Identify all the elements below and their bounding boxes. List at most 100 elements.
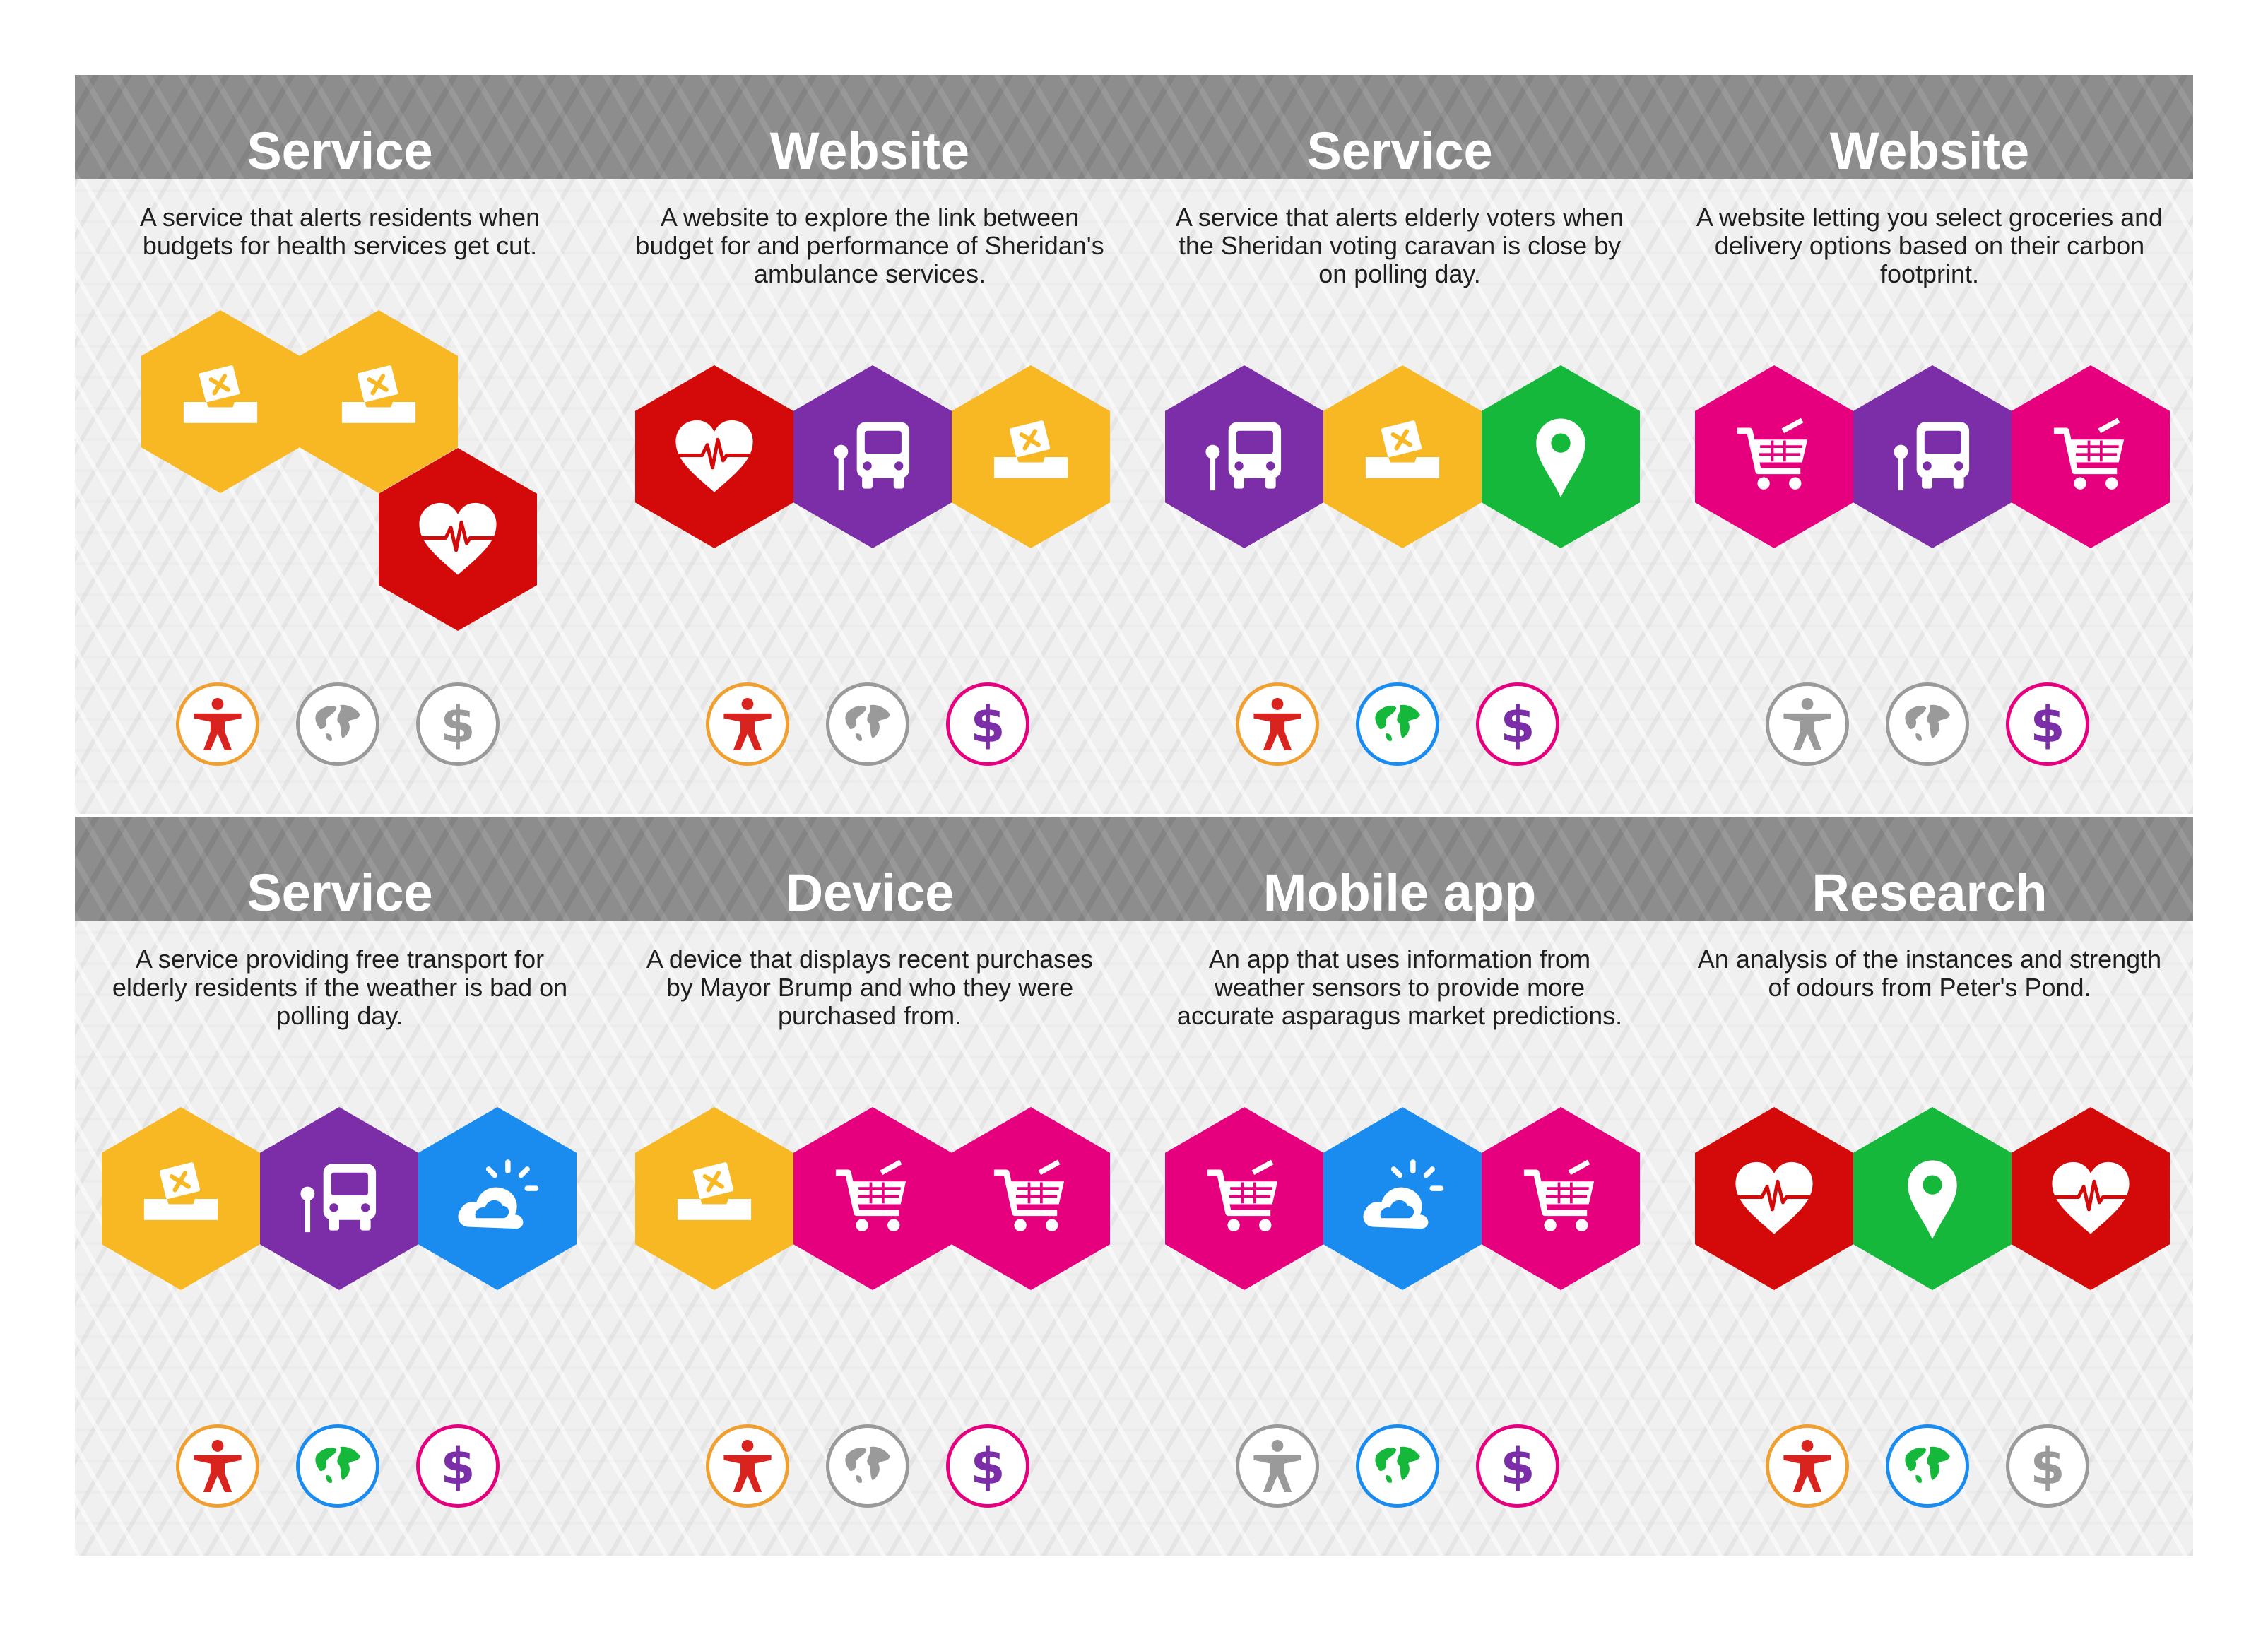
dollar-icon: $	[1500, 696, 1535, 754]
ballot-box-icon	[677, 1161, 752, 1220]
people-impact-badge	[1766, 682, 1849, 766]
theme-hexagons	[1665, 817, 2195, 1382]
hexagon-shopping-cart-icon	[793, 1107, 952, 1290]
idea-card-mobile-app-asparagus: Mobile app An app that uses information …	[1135, 817, 1665, 1556]
money-impact-badge: $	[2006, 1424, 2089, 1508]
shopping-cart-icon	[2053, 418, 2125, 490]
hexagon-heart-pulse-icon	[635, 365, 793, 548]
bus-icon	[300, 1163, 377, 1232]
impact-badges: $	[1135, 682, 1665, 774]
idea-row-1: Service A service that alerts residents …	[75, 75, 2193, 814]
idea-card-service-voting-caravan: Service A service that alerts elderly vo…	[1135, 75, 1665, 814]
environment-impact-badge	[296, 682, 379, 766]
environment-impact-badge	[296, 1424, 379, 1508]
hexagon-shopping-cart-icon	[1482, 1107, 1640, 1290]
theme-hexagons	[75, 75, 605, 640]
globe-icon	[312, 698, 364, 750]
globe-icon	[1901, 698, 1954, 750]
globe-icon	[841, 698, 894, 750]
shopping-cart-icon	[835, 1159, 906, 1231]
money-impact-badge: $	[1476, 1424, 1559, 1508]
hexagon-shopping-cart-icon	[1165, 1107, 1323, 1290]
theme-hexagons	[1665, 75, 2195, 640]
svg-text:$: $	[2030, 696, 2065, 754]
money-impact-badge: $	[2006, 682, 2089, 766]
hexagon-shopping-cart-icon	[1695, 365, 1853, 548]
hexagon-bus-icon	[793, 365, 952, 548]
person-icon	[1783, 698, 1831, 750]
hexagon-weather-icon	[418, 1107, 577, 1290]
hexagon-ballot-box-icon	[635, 1107, 793, 1290]
money-impact-badge: $	[416, 1424, 500, 1508]
idea-card-website-groceries: Website A website letting you select gro…	[1665, 75, 2195, 814]
person-icon	[723, 698, 772, 750]
heart-pulse-icon	[1735, 1161, 1813, 1234]
impact-badges: $	[1665, 1424, 2195, 1516]
environment-impact-badge	[1356, 682, 1439, 766]
hexagon-ballot-box-icon	[952, 365, 1110, 548]
hexagon-heart-pulse-icon	[2012, 1107, 2170, 1290]
environment-impact-badge	[1356, 1424, 1439, 1508]
money-impact-badge: $	[946, 1424, 1029, 1508]
person-icon	[1253, 1440, 1301, 1492]
impact-badges: $	[1665, 682, 2195, 774]
map-pin-icon	[1908, 1159, 1957, 1239]
person-icon	[1783, 1440, 1831, 1492]
money-impact-badge: $	[946, 682, 1029, 766]
shopping-cart-icon	[1207, 1159, 1278, 1231]
svg-text:$: $	[2030, 1438, 2065, 1496]
people-impact-badge	[176, 682, 259, 766]
bus-icon	[1894, 421, 1970, 490]
globe-icon	[1371, 1440, 1424, 1492]
idea-card-research-odours: Research An analysis of the instances an…	[1665, 817, 2195, 1556]
impact-badges: $	[1135, 1424, 1665, 1516]
theme-hexagons	[75, 817, 605, 1382]
hexagon-shopping-cart-icon	[952, 1107, 1110, 1290]
shopping-cart-icon	[993, 1159, 1065, 1231]
globe-icon	[1371, 698, 1424, 750]
impact-badges: $	[75, 682, 605, 774]
dollar-icon: $	[440, 696, 475, 754]
idea-row-2: Service A service providing free transpo…	[75, 817, 2193, 1556]
hexagon-ballot-box-icon	[102, 1107, 260, 1290]
bus-icon	[1205, 421, 1282, 490]
bus-icon	[834, 421, 910, 490]
impact-badges: $	[75, 1424, 605, 1516]
hexagon-ballot-box-icon	[1323, 365, 1482, 548]
people-impact-badge	[1236, 682, 1319, 766]
globe-icon	[312, 1440, 364, 1492]
svg-text:$: $	[440, 1438, 475, 1496]
environment-impact-badge	[1886, 1424, 1969, 1508]
hexagon-bus-icon	[260, 1107, 418, 1290]
theme-hexagons	[1135, 75, 1665, 640]
svg-text:$: $	[1500, 696, 1535, 754]
hexagon-map-pin-icon	[1853, 1107, 2012, 1290]
people-impact-badge	[706, 1424, 789, 1508]
svg-text:$: $	[970, 696, 1005, 754]
weather-icon	[458, 1159, 539, 1229]
ballot-box-icon	[1365, 420, 1440, 478]
heart-pulse-icon	[675, 420, 753, 492]
hexagon-weather-icon	[1323, 1107, 1482, 1290]
person-icon	[194, 1440, 242, 1492]
person-icon	[1253, 698, 1301, 750]
money-impact-badge: $	[416, 682, 500, 766]
people-impact-badge	[706, 682, 789, 766]
weather-icon	[1363, 1159, 1444, 1229]
ballot-box-icon	[143, 1161, 218, 1220]
idea-card-device-purchases: Device A device that displays recent pur…	[605, 817, 1135, 1556]
globe-icon	[1901, 1440, 1954, 1492]
person-icon	[723, 1440, 772, 1492]
dollar-icon: $	[1500, 1438, 1535, 1496]
dollar-icon: $	[970, 1438, 1005, 1496]
map-pin-icon	[1536, 418, 1585, 497]
theme-hexagons	[1135, 817, 1665, 1382]
idea-card-service-budget-alerts: Service A service that alerts residents …	[75, 75, 605, 814]
globe-icon	[841, 1440, 894, 1492]
money-impact-badge: $	[1476, 682, 1559, 766]
environment-impact-badge	[826, 1424, 909, 1508]
environment-impact-badge	[1886, 682, 1969, 766]
hexagon-shopping-cart-icon	[2012, 365, 2170, 548]
dollar-icon: $	[2030, 696, 2065, 754]
hexagon-heart-pulse-icon	[1695, 1107, 1853, 1290]
